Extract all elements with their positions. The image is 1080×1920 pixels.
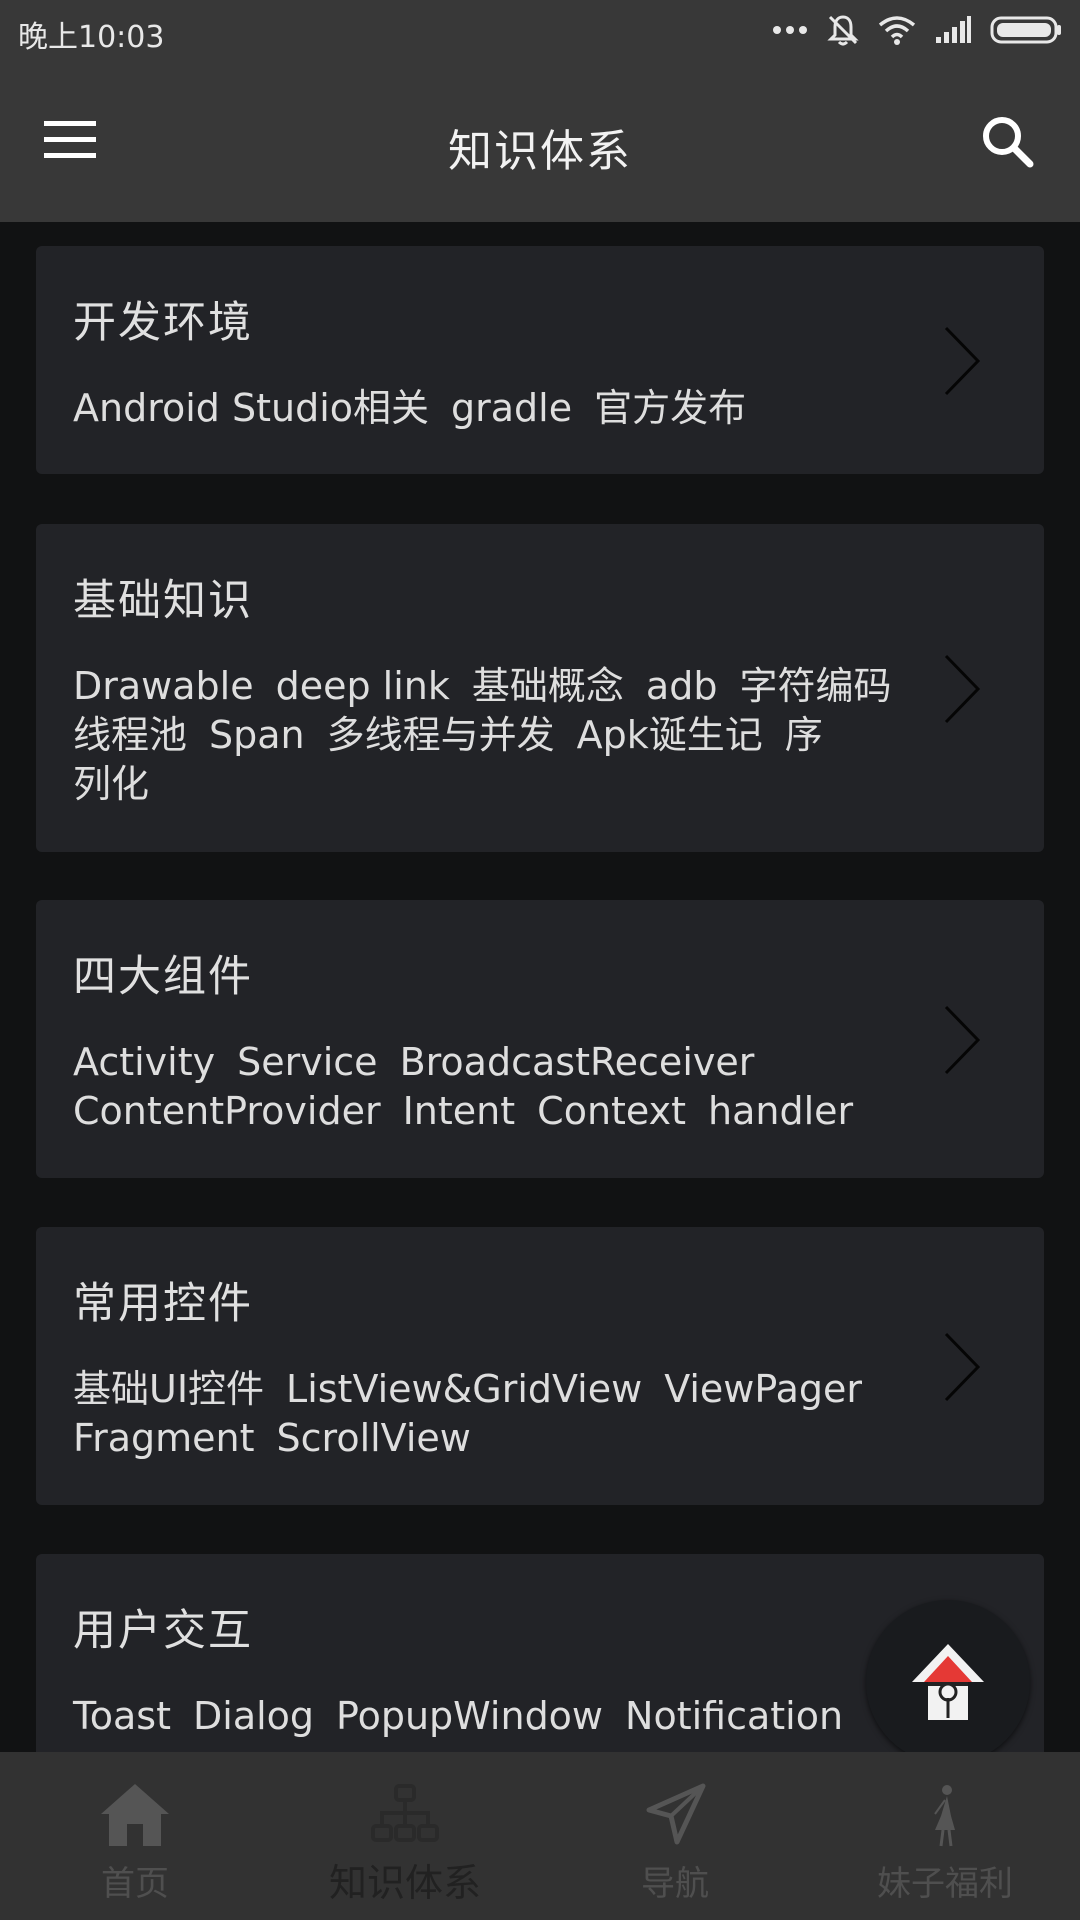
page-title: 知识体系	[448, 126, 632, 177]
tag: Dialog	[193, 1694, 315, 1738]
chevron-right-icon	[944, 1005, 981, 1075]
tag: BroadcastReceiver	[399, 1040, 755, 1084]
tag: Notification	[625, 1694, 844, 1738]
status-bar: 晚上10:03	[0, 0, 1080, 60]
chevron-right-icon	[944, 654, 981, 724]
navigation-arrow-icon	[646, 1783, 706, 1845]
girl-icon	[934, 1785, 955, 1847]
scroll-to-top-button[interactable]	[866, 1600, 1030, 1764]
tag: Apk诞生记	[576, 713, 763, 757]
chevron-right-icon	[944, 1332, 981, 1402]
tag: ViewPager	[664, 1367, 862, 1411]
card-title: 基础知识	[73, 576, 253, 626]
tag: ContentProvider	[73, 1089, 381, 1133]
tag: Span	[209, 713, 305, 757]
tag: 多线程与并发	[326, 713, 555, 757]
knowledge-card[interactable]: 开发环境 Android Studio相关 gradle 官方发布	[36, 246, 1044, 474]
tag: Intent	[402, 1089, 516, 1133]
card-tags: Drawable deep link 基础概念 adb 字符编码 线程池 Spa…	[73, 662, 943, 809]
nav-item-navigation[interactable]: 导航	[540, 1752, 810, 1920]
app-bar: 知识体系	[0, 60, 1080, 222]
tag: 官方发布	[594, 386, 747, 430]
card-tags: Activity Service BroadcastReceiver Conte…	[73, 1038, 943, 1136]
home-icon	[101, 1784, 169, 1846]
tag: Activity	[73, 1040, 216, 1084]
nav-item-girls[interactable]: 妹子福利	[810, 1752, 1080, 1920]
card-title: 用户交互	[73, 1606, 253, 1656]
nav-label: 首页	[101, 1864, 169, 1904]
knowledge-card[interactable]: 常用控件 基础UI控件 ListView&GridView ViewPager …	[36, 1227, 1044, 1505]
tag: ListView&GridView	[286, 1367, 643, 1411]
tag: Drawable	[73, 664, 254, 708]
tag: Android Studio相关	[73, 386, 430, 430]
nav-item-knowledge[interactable]: 知识体系	[270, 1752, 540, 1920]
status-icons	[772, 12, 1062, 48]
chevron-right-icon	[944, 326, 981, 396]
tag: 基础概念	[471, 664, 624, 708]
battery-icon	[990, 16, 1061, 44]
nav-label: 知识体系	[328, 1861, 481, 1905]
tag: 字符编码	[739, 664, 892, 708]
tag: Toast	[73, 1694, 171, 1738]
search-button[interactable]	[974, 108, 1044, 178]
knowledge-list[interactable]: 开发环境 Android Studio相关 gradle 官方发布 基础知识 D…	[0, 222, 1080, 1752]
card-title: 四大组件	[73, 952, 253, 1002]
nav-item-home[interactable]: 首页	[0, 1752, 270, 1920]
status-time: 晚上10:03	[18, 20, 165, 55]
card-tags: Toast Dialog PopupWindow Notification	[73, 1692, 943, 1741]
search-icon	[983, 117, 1034, 168]
signal-icon	[936, 16, 971, 43]
tag: 基础UI控件	[73, 1367, 265, 1411]
tag: Context	[537, 1089, 687, 1133]
tag: Service	[237, 1040, 378, 1084]
card-title: 常用控件	[73, 1279, 253, 1329]
tag: deep link	[275, 664, 450, 708]
pokeball-arrow-up-icon	[912, 1644, 984, 1720]
tag: Fragment	[73, 1416, 255, 1460]
tag: gradle	[451, 386, 573, 430]
card-tags: 基础UI控件 ListView&GridView ViewPager Fragm…	[73, 1365, 943, 1463]
nav-label: 导航	[641, 1864, 709, 1904]
mute-bell-icon	[827, 15, 859, 46]
tag: 列化	[73, 762, 150, 806]
wifi-icon	[878, 16, 916, 45]
tag: ScrollView	[276, 1416, 471, 1460]
card-tags: Android Studio相关 gradle 官方发布	[73, 384, 943, 433]
tag: PopupWindow	[336, 1694, 604, 1738]
hierarchy-icon	[371, 1784, 439, 1842]
knowledge-card[interactable]: 四大组件 Activity Service BroadcastReceiver …	[36, 900, 1044, 1178]
more-dots-icon	[773, 26, 807, 34]
tag: handler	[708, 1089, 854, 1133]
card-title: 开发环境	[73, 298, 253, 348]
tag: 线程池	[73, 713, 188, 757]
tag: 序	[784, 713, 823, 757]
bottom-navigation: 首页 知识体系 导航 妹子福利	[0, 1752, 1080, 1920]
tag: adb	[645, 664, 718, 708]
nav-label: 妹子福利	[877, 1864, 1013, 1904]
knowledge-card[interactable]: 基础知识 Drawable deep link 基础概念 adb 字符编码 线程…	[36, 524, 1044, 852]
